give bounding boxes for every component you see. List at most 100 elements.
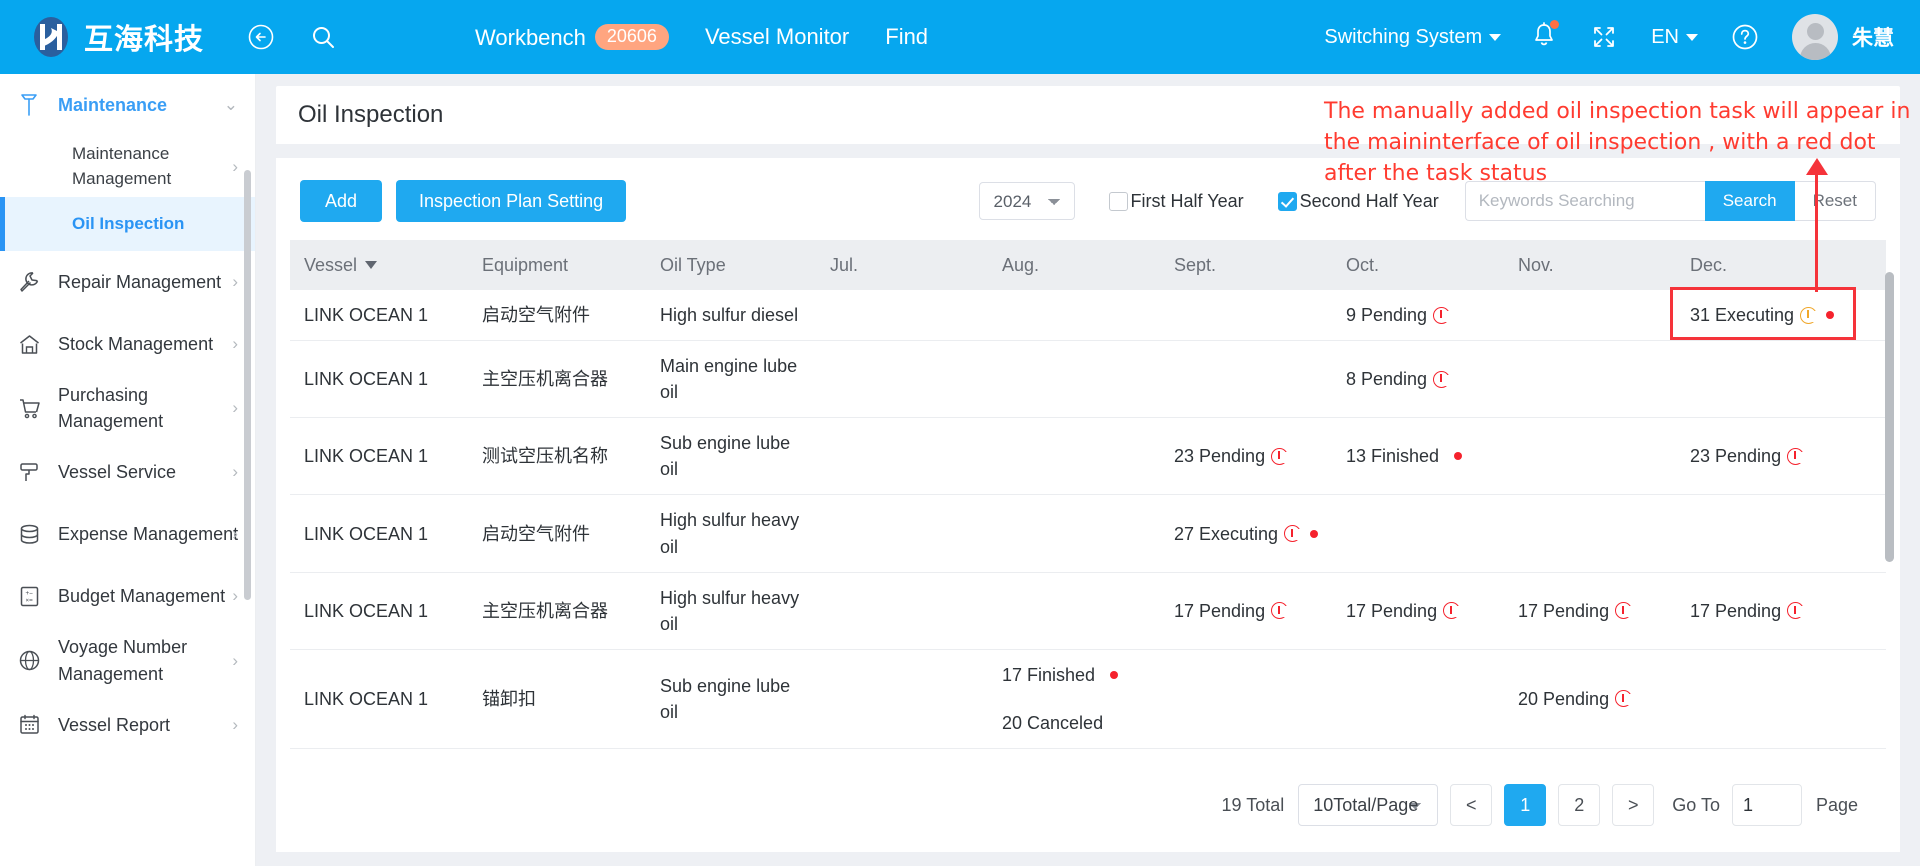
- annotation-text: The manually added oil inspection task w…: [1324, 99, 1911, 187]
- sidebar-item-voyage-number-management[interactable]: Voyage Number Management ›: [0, 627, 255, 693]
- table-row[interactable]: LINK OCEAN 1 锚卸扣 Sub engine lube oil 17 Fin…: [290, 649, 1886, 750]
- inspection-plan-setting-button[interactable]: Inspection Plan Setting: [396, 180, 627, 222]
- workbench-badge: 20606: [594, 23, 669, 50]
- table-container: Vessel Equipment Oil Type Jul. Aug. Sept…: [276, 240, 1900, 750]
- status-entry[interactable]: 17 Pending: [1518, 598, 1666, 624]
- cell-vessel: LINK OCEAN 1: [290, 340, 468, 419]
- top-navigation-bar: 互海科技 Workbench 20606 Vessel Monitor Find …: [0, 0, 1920, 74]
- table-row[interactable]: LINK OCEAN 1 主空压机离合器 High sulfur heavy oil…: [290, 572, 1886, 650]
- status-entry[interactable]: 17 Pending: [1690, 598, 1838, 624]
- sidebar-item-repair-management[interactable]: Repair Management ›: [0, 251, 255, 313]
- year-select[interactable]: 2024: [978, 182, 1075, 220]
- add-button[interactable]: Add: [300, 180, 383, 222]
- red-dot-indicator: [1454, 452, 1463, 461]
- sidebar-scrollbar[interactable]: [244, 170, 251, 600]
- clock-icon: [1787, 447, 1806, 465]
- notification-dot: [1550, 19, 1560, 29]
- status-entry[interactable]: 20 Pending: [1518, 686, 1666, 712]
- red-dot-indicator: [1310, 529, 1319, 538]
- pagination-next-button[interactable]: >: [1612, 784, 1655, 826]
- sidebar-item-oil-inspection[interactable]: Oil Inspection: [0, 197, 255, 252]
- status-entry[interactable]: 17 Pending: [1174, 598, 1322, 624]
- cell-nov: 20 Pending: [1504, 649, 1676, 750]
- sidebar-item-budget-management[interactable]: +− ×= Budget Management ›: [0, 565, 255, 627]
- nav-item-find[interactable]: Find: [885, 24, 928, 50]
- switching-system-dropdown[interactable]: Switching System: [1324, 26, 1502, 49]
- cell-aug: [988, 572, 1160, 650]
- status-entry[interactable]: 20 Canceled: [1002, 710, 1150, 736]
- chevron-right-icon: ›: [232, 272, 238, 292]
- table-row[interactable]: LINK OCEAN 1 主空压机离合器 Main engine lube oil 8…: [290, 340, 1886, 419]
- cell-nov: [1504, 290, 1676, 342]
- brand-logo-area[interactable]: 互海科技: [30, 16, 204, 58]
- chevron-right-icon: ›: [232, 334, 238, 354]
- pagination-total: 19 Total: [1221, 794, 1285, 815]
- status-entry[interactable]: 9 Pending: [1346, 302, 1494, 328]
- database-icon: [14, 523, 44, 546]
- cell-dec: [1676, 649, 1848, 750]
- page-size-select[interactable]: 10Total/Page: [1298, 784, 1439, 826]
- sidebar-item-vessel-report[interactable]: Vessel Report ›: [0, 694, 255, 756]
- status-entry[interactable]: 23 Pending: [1690, 443, 1838, 469]
- status-entry[interactable]: 23 Pending: [1174, 443, 1322, 469]
- sidebar-item-purchasing-management[interactable]: Purchasing Management ›: [0, 375, 255, 441]
- cell-dec: 23 Pending: [1676, 417, 1848, 496]
- status-entry[interactable]: 31 Executing: [1690, 302, 1838, 328]
- notification-bell-icon[interactable]: [1531, 19, 1560, 54]
- main-content: Oil Inspection Add Inspection Plan Setti…: [256, 74, 1920, 866]
- sidebar-item-voyage-number-management-label: Voyage Number Management: [58, 637, 188, 684]
- column-header-vessel[interactable]: Vessel: [290, 240, 468, 290]
- chevron-down-icon: [1489, 33, 1502, 41]
- pagination-goto-input[interactable]: [1731, 784, 1802, 826]
- sidebar-scroll-content: Maintenance ⌄ Maintenance Management › O…: [0, 74, 255, 756]
- pagination-page-1[interactable]: 1: [1504, 784, 1547, 826]
- status-entry[interactable]: 8 Pending: [1346, 366, 1494, 392]
- clock-icon: [1271, 447, 1290, 465]
- cell-oil-type: Sub engine lube oil: [646, 649, 816, 750]
- back-arrow-icon[interactable]: [244, 20, 278, 54]
- sidebar-item-maintenance[interactable]: Maintenance ⌄: [0, 74, 255, 136]
- nav-item-workbench[interactable]: Workbench 20606: [475, 23, 669, 51]
- table-row[interactable]: LINK OCEAN 1 测试空压机名称 Sub engine lube oil 23…: [290, 417, 1886, 496]
- search-icon[interactable]: [306, 20, 340, 54]
- sidebar-item-expense-management[interactable]: Expense Management ›: [0, 503, 255, 565]
- cell-vessel: LINK OCEAN 1: [290, 290, 468, 342]
- pagination-page-2[interactable]: 2: [1558, 784, 1601, 826]
- cell-jul: [816, 340, 988, 419]
- pagination-goto-label: Go To: [1672, 794, 1720, 815]
- fullscreen-icon[interactable]: [1587, 20, 1621, 54]
- table-row[interactable]: LINK OCEAN 1 启动空气附件 High sulfur diesel 9 Pe…: [290, 290, 1886, 342]
- status-text: 27 Executing: [1174, 523, 1279, 544]
- sidebar-item-oil-inspection-label: Oil Inspection: [72, 213, 185, 233]
- chevron-right-icon: ›: [232, 156, 238, 176]
- sidebar-item-vessel-service-label: Vessel Service: [58, 462, 177, 483]
- cell-dec: 17 Pending: [1676, 572, 1848, 650]
- table-scrollbar[interactable]: [1885, 272, 1894, 562]
- sidebar-item-vessel-service[interactable]: Vessel Service ›: [0, 441, 255, 503]
- first-half-year-checkbox[interactable]: First Half Year: [1108, 191, 1244, 212]
- cell-nov: 17 Pending: [1504, 572, 1676, 650]
- sort-caret-icon[interactable]: [365, 260, 378, 269]
- status-entry[interactable]: 17 Pending: [1346, 598, 1494, 624]
- cell-jul: [816, 290, 988, 342]
- wrench-icon: [14, 271, 44, 294]
- status-entry[interactable]: 13 Finished: [1346, 443, 1494, 469]
- sidebar-item-maintenance-management[interactable]: Maintenance Management ›: [0, 136, 255, 197]
- second-half-year-checkbox[interactable]: Second Half Year: [1277, 191, 1439, 212]
- status-entry[interactable]: 17 Finished: [1002, 662, 1150, 688]
- sidebar-item-purchasing-management-label: Purchasing Management: [58, 385, 164, 432]
- sidebar-item-stock-management[interactable]: Stock Management ›: [0, 313, 255, 375]
- svg-text:+−: +−: [25, 590, 33, 597]
- help-circle-icon[interactable]: [1728, 20, 1762, 54]
- pagination-prev-button[interactable]: <: [1450, 784, 1493, 826]
- cell-aug: [988, 340, 1160, 419]
- column-header-oct: Oct.: [1332, 240, 1504, 290]
- clock-icon: [1433, 370, 1452, 388]
- roller-icon: [14, 461, 44, 484]
- status-entry[interactable]: 27 Executing: [1174, 521, 1322, 547]
- nav-item-vessel-monitor[interactable]: Vessel Monitor: [705, 24, 849, 50]
- avatar[interactable]: [1792, 14, 1838, 60]
- table-row[interactable]: LINK OCEAN 1 启动空气附件 High sulfur heavy oil 2…: [290, 494, 1886, 573]
- language-selector[interactable]: EN: [1651, 26, 1698, 49]
- cell-aug: [988, 494, 1160, 573]
